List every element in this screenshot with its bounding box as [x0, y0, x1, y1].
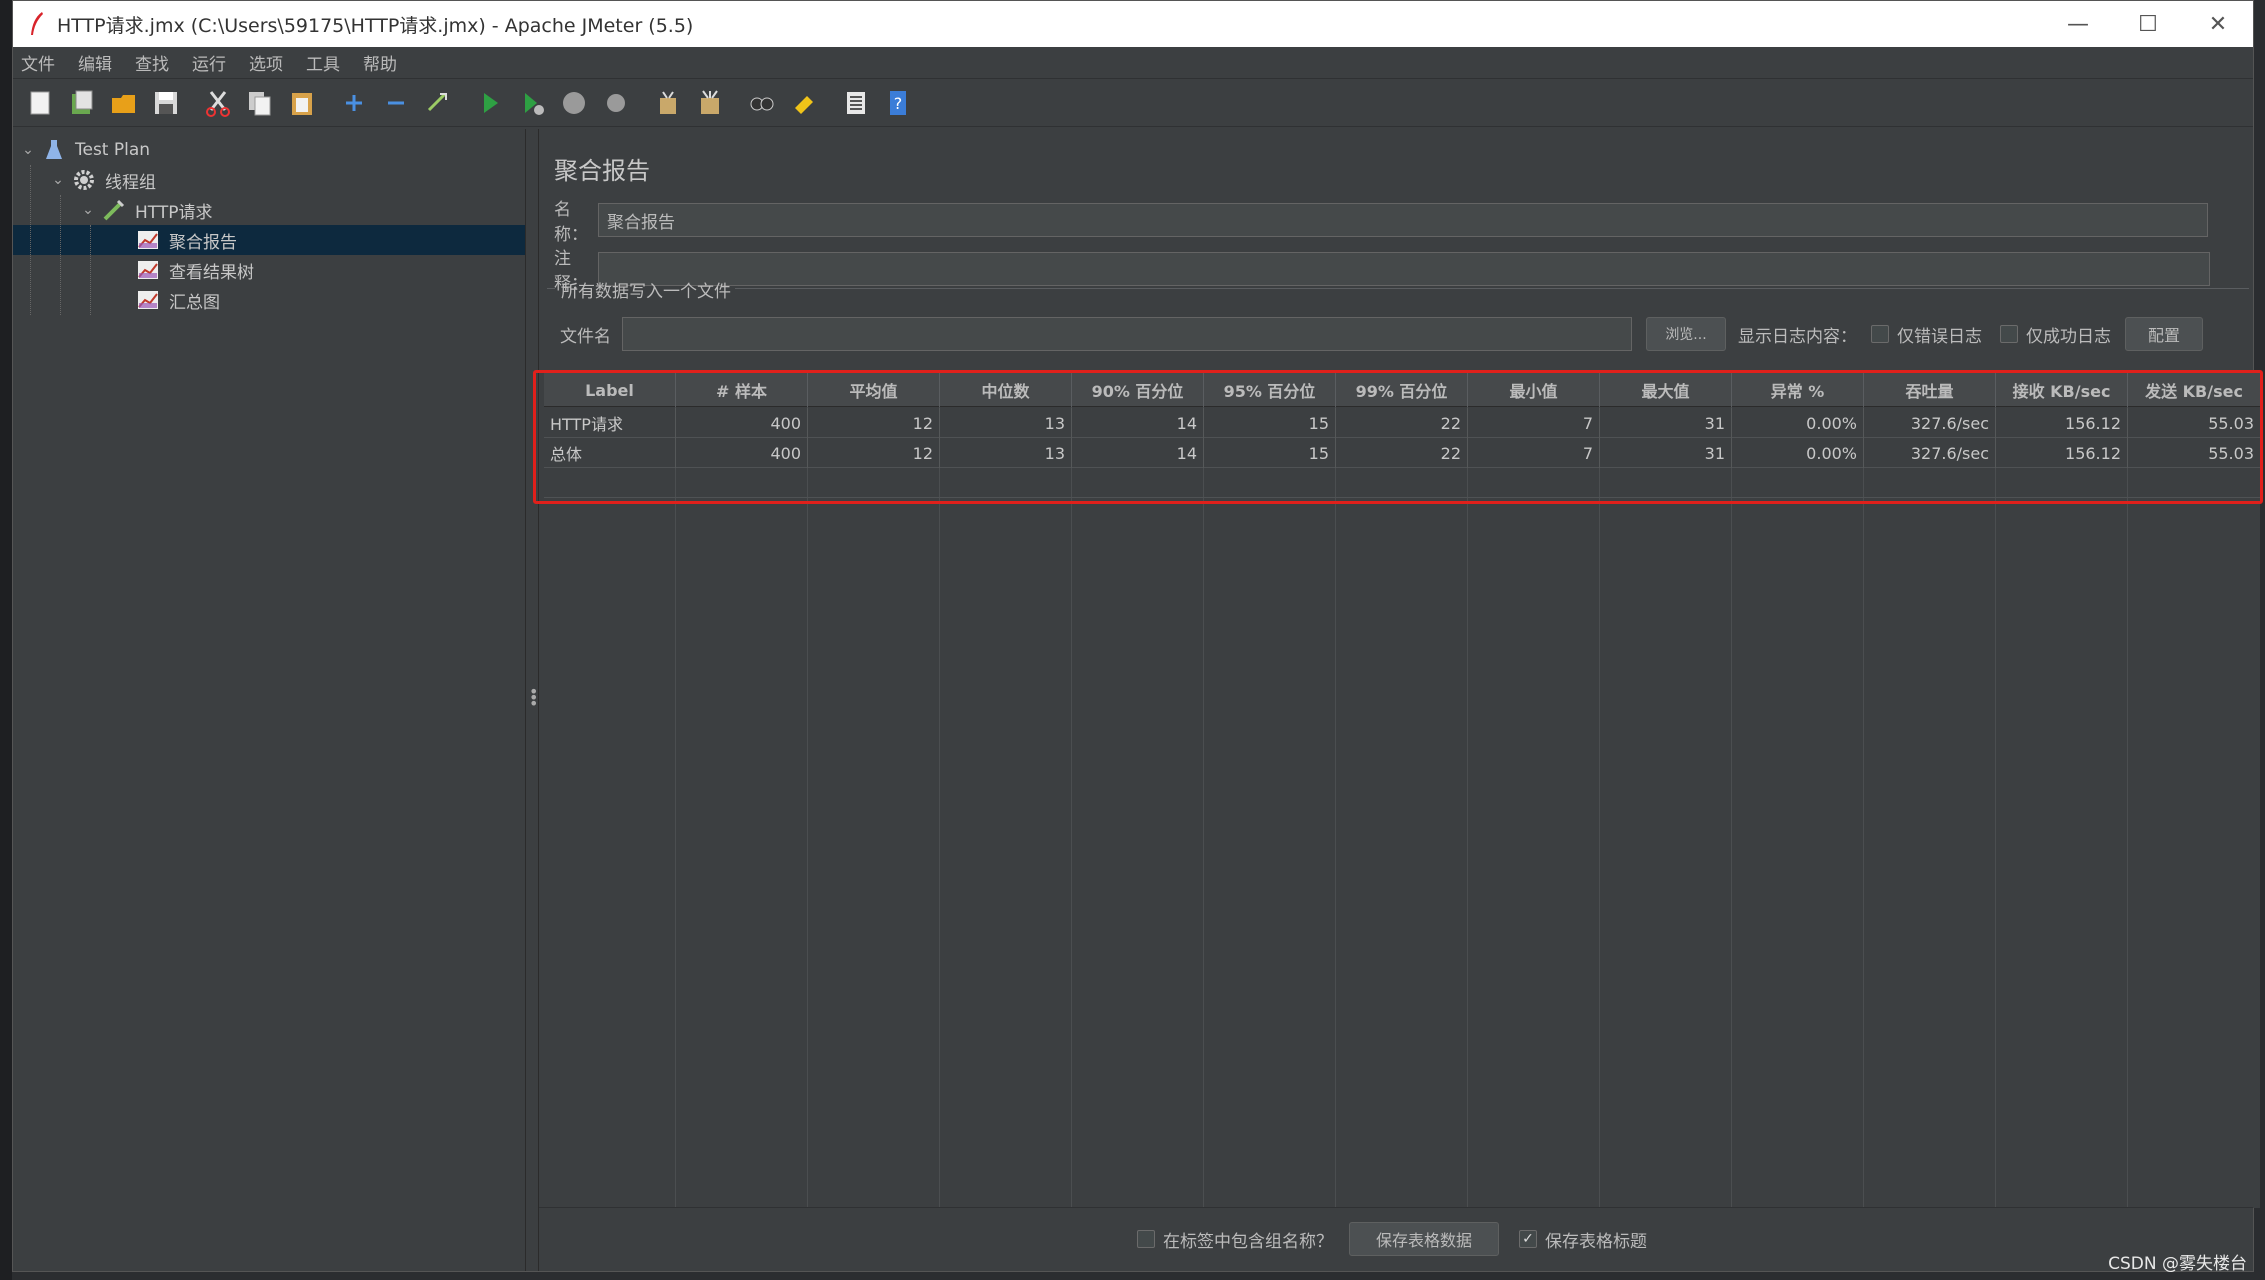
tree-node-label: 汇总图 [169, 292, 220, 313]
comment-row: 注释： [554, 244, 2210, 294]
save-table-header-checkbox[interactable]: ✓ [1519, 1230, 1537, 1248]
copy-icon[interactable] [243, 86, 277, 120]
aggregate-report-panel: 聚合报告 名称： 注释： 所有数据写入一个文件 文件名 浏览... 显示日志内容… [539, 129, 2260, 1271]
start-no-pause-icon[interactable] [515, 86, 549, 120]
tree-node-label: Test Plan [75, 140, 151, 160]
drag-handle-icon[interactable]: • • • [529, 684, 538, 712]
chevron-down-icon[interactable]: ⌄ [19, 142, 37, 158]
clear-icon[interactable] [651, 86, 685, 120]
errors-only-checkbox[interactable] [1871, 325, 1889, 343]
success-only-checkbox[interactable] [2000, 325, 2018, 343]
main-area: ⌄ Test Plan ⌄ 线程组 ⌄ HTTP请求 聚合报告 查看结果树 汇总… [13, 129, 2260, 1271]
paste-icon[interactable] [285, 86, 319, 120]
pipette-icon [101, 198, 127, 222]
filename-row: 文件名 浏览... 显示日志内容： 仅错误日志 仅成功日志 配置 [560, 317, 2203, 351]
chevron-down-icon[interactable]: ⌄ [79, 202, 97, 218]
menu-tools[interactable]: 工具 [306, 50, 340, 75]
clear-all-icon[interactable] [693, 86, 727, 120]
watermark: CSDN @雾失楼台 [2108, 1254, 2247, 1274]
new-icon[interactable] [23, 86, 57, 120]
bottom-bar: 在标签中包含组名称？ 保存表格数据 ✓ 保存表格标题 [539, 1207, 2253, 1271]
browse-button[interactable]: 浏览... [1646, 317, 1726, 351]
maximize-button[interactable]: ☐ [2113, 1, 2183, 47]
flask-icon [41, 138, 67, 162]
collapse-icon[interactable] [379, 86, 413, 120]
chevron-down-icon[interactable]: ⌄ [49, 172, 67, 188]
jmeter-window: HTTP请求.jmx (C:\Users\59175\HTTP请求.jmx) -… [12, 0, 2260, 1272]
chart-icon [135, 228, 161, 252]
filename-field[interactable] [622, 317, 1632, 351]
configure-button[interactable]: 配置 [2125, 317, 2203, 351]
function-helper-icon[interactable] [839, 86, 873, 120]
tree-node-label: HTTP请求 [135, 202, 213, 223]
menu-options[interactable]: 选项 [249, 50, 283, 75]
chart-icon [135, 288, 161, 312]
log-content-label: 显示日志内容： [1738, 326, 1857, 347]
close-button[interactable]: ✕ [2183, 1, 2253, 47]
svg-text:?: ? [894, 94, 903, 113]
jmeter-feather-icon [31, 12, 43, 35]
stop-icon[interactable] [557, 86, 591, 120]
include-group-name-checkbox[interactable] [1137, 1230, 1155, 1248]
pane-splitter[interactable]: • • • [526, 129, 539, 1271]
save-table-data-button[interactable]: 保存表格数据 [1349, 1222, 1499, 1256]
minimize-button[interactable]: — [2043, 1, 2113, 47]
expand-icon[interactable] [337, 86, 371, 120]
test-plan-tree: ⌄ Test Plan ⌄ 线程组 ⌄ HTTP请求 聚合报告 查看结果树 汇总… [13, 129, 526, 1271]
save-table-header-label: 保存表格标题 [1545, 1231, 1647, 1252]
name-field[interactable] [598, 203, 2208, 237]
menu-run[interactable]: 运行 [192, 50, 226, 75]
menu-edit[interactable]: 编辑 [78, 50, 112, 75]
group-border [735, 288, 2249, 289]
group-border [547, 288, 555, 289]
errors-only-label: 仅错误日志 [1897, 326, 1982, 347]
menu-bar: 文件 编辑 查找 运行 选项 工具 帮助 [13, 47, 2253, 79]
window-title: HTTP请求.jmx (C:\Users\59175\HTTP请求.jmx) -… [57, 14, 694, 37]
success-only-label: 仅成功日志 [2026, 326, 2111, 347]
save-icon[interactable] [149, 86, 183, 120]
tree-node-label: 线程组 [105, 172, 156, 193]
chart-icon [135, 258, 161, 282]
help-icon[interactable]: ? [881, 86, 915, 120]
desktop-background-strip [0, 0, 12, 1280]
shutdown-icon[interactable] [599, 86, 633, 120]
title-bar: HTTP请求.jmx (C:\Users\59175\HTTP请求.jmx) -… [13, 1, 2253, 47]
name-label: 名称： [554, 200, 588, 245]
templates-icon[interactable] [65, 86, 99, 120]
tree-node-label: 聚合报告 [169, 232, 237, 253]
include-group-name-label: 在标签中包含组名称？ [1163, 1231, 1333, 1252]
gear-icon [71, 168, 97, 192]
reset-search-icon[interactable] [787, 86, 821, 120]
search-icon[interactable] [745, 86, 779, 120]
name-row: 名称： [554, 195, 2208, 245]
start-icon[interactable] [473, 86, 507, 120]
tree-node-thread-group[interactable]: ⌄ 线程组 [13, 165, 525, 195]
tree-node-test-plan[interactable]: ⌄ Test Plan [13, 135, 525, 165]
menu-file[interactable]: 文件 [21, 50, 55, 75]
write-all-data-legend: 所有数据写入一个文件 [561, 282, 731, 302]
tree-node-label: 查看结果树 [169, 262, 254, 283]
tree-node-http-request[interactable]: ⌄ HTTP请求 [13, 195, 525, 225]
open-icon[interactable] [107, 86, 141, 120]
panel-title: 聚合报告 [554, 157, 650, 185]
comment-field[interactable] [598, 252, 2210, 286]
filename-label: 文件名 [560, 326, 611, 347]
cut-icon[interactable] [201, 86, 235, 120]
highlight-annotation-box [533, 370, 2263, 504]
toggle-icon[interactable] [421, 86, 455, 120]
toolbar: ? [13, 79, 2253, 127]
menu-help[interactable]: 帮助 [363, 50, 397, 75]
menu-search[interactable]: 查找 [135, 50, 169, 75]
